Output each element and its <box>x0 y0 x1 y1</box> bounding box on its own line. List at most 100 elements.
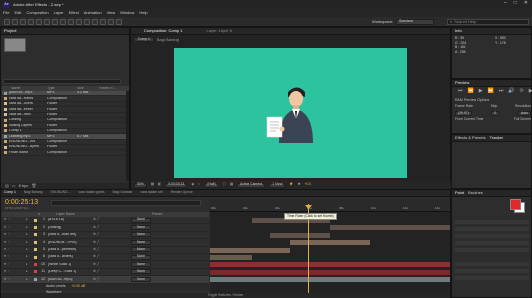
menu-view[interactable]: View <box>107 11 116 15</box>
layer-row[interactable]: ● ◦ ▸ 1 [a.ct.b.t.a] ⊕ ╱ None <box>2 217 209 225</box>
skip-select[interactable]: 0 <box>490 111 499 116</box>
layer-row[interactable]: ● ◦ ▸ 3 [cara d...rkan dnt] ⊕ ╱ None <box>2 231 209 240</box>
audio-toggle-icon[interactable]: ◦ <box>8 225 14 230</box>
expand-arrow-icon[interactable]: ▸ <box>26 233 32 237</box>
audio-toggle-icon[interactable]: ◦ <box>8 247 14 252</box>
minimize-button[interactable]: – <box>504 1 507 6</box>
layer-switches[interactable]: ⊕ ╱ <box>91 240 131 245</box>
tab-comp1[interactable]: Comp 1 <box>4 190 16 194</box>
audio-toggle-icon[interactable]: ◦ <box>8 270 14 274</box>
tab-brushes[interactable]: Brushes <box>468 191 483 195</box>
audio-toggle-icon[interactable]: ◦ <box>8 218 14 222</box>
label-color-swatch[interactable] <box>34 263 37 267</box>
tab-preview[interactable]: Preview <box>455 81 469 85</box>
timeline-graph-area[interactable]: 00s 02s 04s 06s 08s 10s 12s 14s Time Ruler (Cli… <box>210 199 450 293</box>
col-name[interactable]: Name <box>2 87 46 91</box>
layer-row[interactable]: ● ◦ ▸ 12 [kuch ko...mp3] ⊕ ╱ None <box>2 276 209 284</box>
menu-effect[interactable]: Effect <box>69 11 79 15</box>
layer-name[interactable]: [closing] <box>47 226 91 230</box>
layer-duration-bar[interactable] <box>210 269 450 275</box>
expand-arrow-icon[interactable]: ▸ <box>26 240 32 245</box>
menu-edit[interactable]: Edit <box>14 11 21 15</box>
label-color-swatch[interactable] <box>34 270 37 274</box>
toggle-switches-modes-button[interactable]: Toggle Switches / Modes <box>208 293 243 297</box>
parent-select[interactable]: None <box>131 262 151 268</box>
parent-select[interactable]: None <box>131 225 151 231</box>
layer-switches[interactable]: ⊕ ╱ <box>91 218 131 222</box>
work-area-bar[interactable] <box>210 199 450 206</box>
col-type[interactable]: Type <box>46 87 76 91</box>
fast-preview-icon[interactable]: ⚡ <box>289 182 293 186</box>
audio-toggle-icon[interactable]: ◦ <box>8 233 14 237</box>
first-frame-icon[interactable]: ⏮ <box>458 89 463 94</box>
layer-duration-bar[interactable] <box>210 277 450 283</box>
from-current-time-checkbox[interactable]: From Current Time <box>455 117 483 121</box>
project-search-input[interactable] <box>3 79 121 84</box>
brush-tool-icon[interactable] <box>84 19 90 25</box>
resolution-select-preview[interactable]: Auto <box>518 111 531 116</box>
tab-info[interactable]: Info <box>455 29 462 33</box>
zoom-tool-icon[interactable] <box>28 19 34 25</box>
rotate-tool-icon[interactable] <box>36 19 42 25</box>
subtab-bagi-barang[interactable]: Bagi Barang <box>157 37 179 42</box>
layer-name[interactable]: [cara d...rkan dnt] <box>47 233 91 237</box>
label-color-swatch[interactable] <box>34 277 37 281</box>
views-select[interactable]: 1 View <box>269 182 286 188</box>
ram-preview-label[interactable]: RAM Preview Options <box>455 98 489 103</box>
layer-row[interactable]: ● ◦ ▸ 5 [cara d...pembtor] ⊕ ╱ None <box>2 246 209 254</box>
prev-frame-icon[interactable]: ⏪ <box>468 89 474 94</box>
parent-select[interactable]: None <box>131 254 151 260</box>
pan-behind-tool-icon[interactable] <box>52 19 58 25</box>
tab-bagi-barang[interactable]: Bagi Barang <box>24 190 43 194</box>
tab-bagi-gambar[interactable]: Bagi Gambar <box>113 190 133 194</box>
layer-duration-bar[interactable] <box>210 262 450 268</box>
expand-arrow-icon[interactable]: ▸ <box>26 277 32 282</box>
tab-tracker[interactable]: Tracker <box>490 136 503 140</box>
audio-levels-value[interactable]: +0.00 dB <box>71 284 85 288</box>
label-color-swatch[interactable] <box>34 226 37 230</box>
tab-project[interactable]: Project <box>4 29 16 33</box>
selection-tool-icon[interactable] <box>12 19 18 25</box>
show-channel-icon[interactable]: ◐ <box>198 182 200 186</box>
home-tool-icon[interactable] <box>4 19 10 25</box>
tab-cara-dalam-grafis[interactable]: cara dalam grafis <box>79 190 105 194</box>
grid-icon[interactable]: ▦ <box>151 182 154 186</box>
layer-switches[interactable]: ⊕ ╱ <box>91 255 131 259</box>
trash-icon[interactable]: 🗑 <box>31 184 36 188</box>
mask-tool-icon[interactable] <box>60 19 66 25</box>
layer-row[interactable]: ● ◦ ▸ 6 [cara d...axlers] ⊕ ╱ None <box>2 253 209 262</box>
mask-visibility-icon[interactable]: ◧ <box>158 182 161 186</box>
layer-duration-bar[interactable] <box>270 232 330 238</box>
project-scrollbar[interactable] <box>126 91 129 181</box>
project-row[interactable]: Finan Ikarot Composition <box>2 150 129 156</box>
col-size[interactable]: Size <box>76 87 98 91</box>
camera-select[interactable]: Active Camera <box>237 182 266 188</box>
label-color-swatch[interactable] <box>34 255 37 259</box>
paint-channels-row[interactable] <box>455 241 529 245</box>
audio-toggle-icon[interactable]: ◦ <box>8 277 14 282</box>
audio-toggle-icon[interactable]: ◦ <box>8 262 14 267</box>
exposure-value[interactable]: +0.0 <box>304 182 311 186</box>
expand-arrow-icon[interactable]: ▸ <box>26 270 32 274</box>
expand-arrow-icon[interactable]: ▸ <box>26 225 32 230</box>
pen-tool-icon[interactable] <box>68 19 74 25</box>
new-folder-icon[interactable]: ▭ <box>12 184 16 188</box>
region-of-interest-icon[interactable]: ▢ <box>223 182 226 186</box>
label-color-swatch[interactable] <box>34 248 37 252</box>
type-tool-icon[interactable] <box>76 19 82 25</box>
tab-cara-dalam-sel[interactable]: cara dalam sel <box>141 190 163 194</box>
roto-tool-icon[interactable] <box>108 19 114 25</box>
mute-icon[interactable]: 🔊 <box>508 89 514 94</box>
snapshot-icon[interactable]: ◉ <box>191 182 194 186</box>
col-parent[interactable]: Parent <box>136 212 162 217</box>
layer-switches[interactable]: ⊕ ╱ <box>91 277 131 282</box>
paint-clone-row[interactable] <box>455 262 529 266</box>
current-time-display[interactable]: 0;00;03;13 <box>165 182 188 188</box>
parent-select[interactable]: None <box>131 217 151 223</box>
paint-duration-row[interactable] <box>455 248 529 252</box>
maximize-button[interactable]: □ <box>514 1 517 6</box>
label-color-swatch[interactable] <box>34 218 37 222</box>
parent-select[interactable]: None <box>131 247 151 253</box>
layer-duration-bar[interactable] <box>330 225 450 231</box>
layer-name[interactable]: [ENUNUN...SPIA] <box>47 241 91 245</box>
